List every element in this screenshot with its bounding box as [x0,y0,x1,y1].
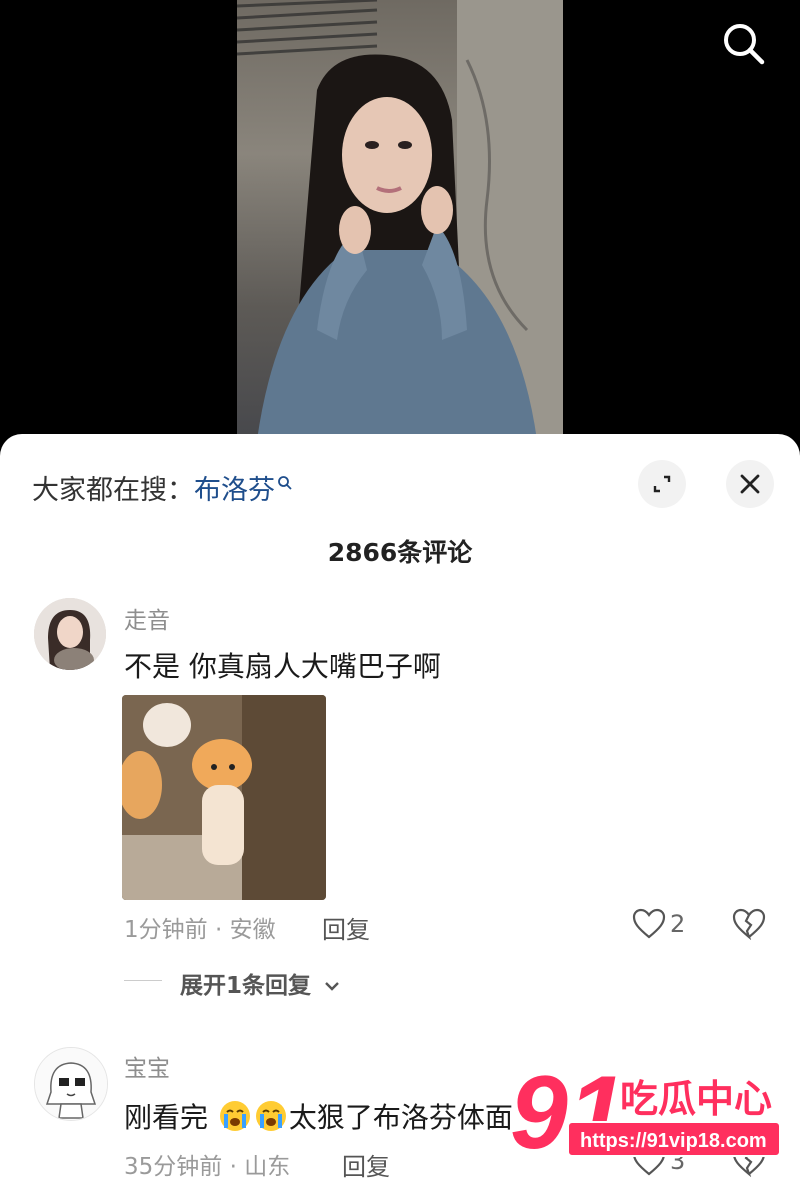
comment-sticker-image[interactable] [122,695,326,900]
expand-replies-label: 展开1条回复 [180,973,312,999]
heart-icon [632,908,666,939]
crying-emoji-icon [255,1101,286,1131]
comment-meta: 1分钟前 · 安徽 [124,917,276,943]
broken-heart-icon [732,908,766,941]
like-count: 2 [670,910,686,938]
chevron-down-icon [325,982,339,991]
expand-icon [653,475,671,493]
small-search-icon [278,476,292,490]
crying-emoji-icon [219,1101,250,1131]
close-icon [740,474,760,494]
watermark-url: https://91vip18.com [580,1130,767,1152]
search-button[interactable] [718,18,768,68]
reply-button[interactable]: 回复 [322,910,370,945]
comment-text-start: 刚看完 [124,1101,217,1134]
avatar[interactable] [34,598,106,670]
divider [124,980,162,981]
comment-username[interactable]: 走音 [124,601,170,635]
comment-text: 刚看完 太狠了布洛芬体面 [124,1096,513,1136]
reply-button[interactable]: 回复 [342,1147,390,1182]
like-button[interactable] [632,908,666,944]
avatar[interactable] [34,1047,108,1121]
expand-button[interactable] [638,460,686,508]
comment-meta: 35分钟前 · 山东 [124,1154,291,1180]
comment-text: 不是 你真扇人大嘴巴子啊 [124,650,441,683]
trending-keyword[interactable]: 布洛芬 [194,475,275,506]
video-frame [237,0,563,440]
comment-text-end: 太狠了布洛芬体面 [288,1101,513,1134]
comment-count: 2866条评论 [327,538,473,567]
close-button[interactable] [726,460,774,508]
comment-username[interactable]: 宝宝 [124,1049,170,1083]
search-icon [724,24,765,65]
watermark-title: 吃瓜中心 [620,1077,772,1121]
video-player[interactable] [0,0,800,440]
dislike-button[interactable] [732,908,766,944]
trending-prefix: 大家都在搜： [32,475,194,506]
watermark-logo: 91 吃瓜中心 https://91vip18.com [508,1050,798,1173]
expand-replies-button[interactable]: 展开1条回复 [180,966,341,1000]
trending-search[interactable]: 大家都在搜：布洛芬 [32,468,293,507]
